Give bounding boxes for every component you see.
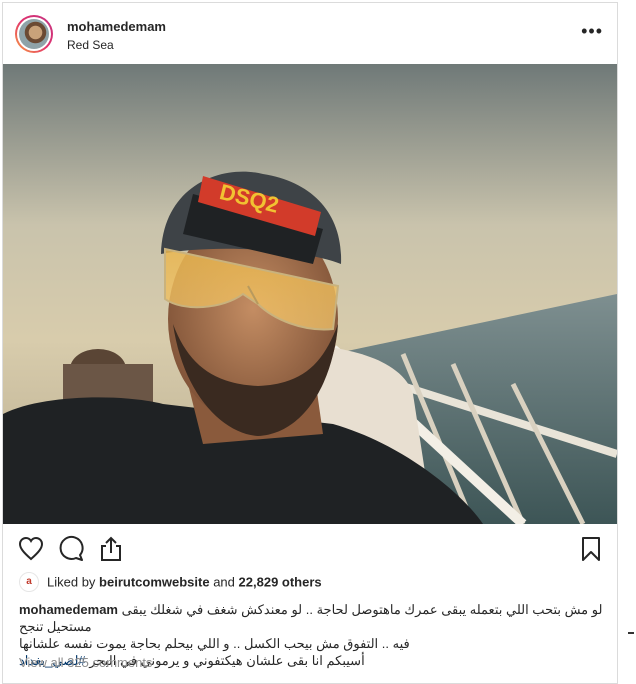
share-icon[interactable] (97, 535, 125, 563)
scrollbar-marker (628, 632, 634, 634)
heart-icon[interactable] (17, 535, 45, 563)
liker-avatar[interactable]: a (19, 572, 39, 592)
likes-middle: and (213, 574, 235, 590)
post-actions (3, 533, 617, 567)
post-username[interactable]: mohamedemam (67, 19, 166, 34)
post-card: mohamedemam Red Sea ••• DSQ2 a Liked by … (2, 2, 618, 684)
avatar[interactable] (15, 15, 53, 53)
post-location[interactable]: Red Sea (67, 38, 114, 52)
likes-prefix: Liked by (47, 574, 96, 590)
view-all-comments[interactable]: View all 325 comments (19, 655, 152, 670)
caption-line-1: mohamedemam لو مش بتحب اللي بتعمله يبقى … (19, 602, 603, 634)
bookmark-icon[interactable] (577, 535, 605, 563)
comment-icon[interactable] (57, 535, 85, 563)
caption-username[interactable]: mohamedemam (19, 602, 118, 617)
post-header: mohamedemam Red Sea ••• (3, 3, 617, 63)
likes-summary: a Liked by beirutcomwebsite and 22,829 ot… (19, 572, 322, 593)
post-photo[interactable]: DSQ2 (3, 64, 617, 524)
liker-username[interactable]: beirutcomwebsite (99, 574, 210, 589)
caption-line-2: فيه .. التفوق مش بيحب الكسل .. و اللي بي… (19, 636, 410, 651)
likes-count[interactable]: 22,829 others (239, 574, 322, 589)
more-options-icon[interactable]: ••• (581, 21, 603, 42)
